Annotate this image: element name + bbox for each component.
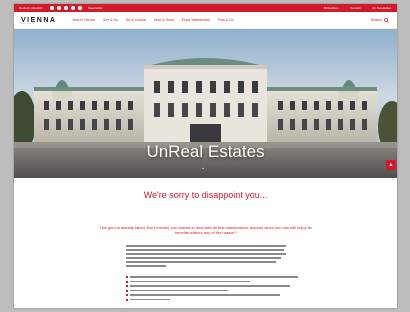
nav-item-now-in-vienna[interactable]: Now in Vienna: [72, 18, 95, 22]
youtube-icon[interactable]: [71, 6, 76, 10]
text-line: [126, 261, 276, 263]
nav-item-plan-go[interactable]: Plan & Go: [218, 18, 234, 22]
lead-text: This gem is already taken. But honestly,…: [99, 225, 312, 235]
list-item: [126, 289, 306, 292]
share-icon: ▲: [388, 162, 394, 168]
nav-menu: Now in Vienna See & Do Art & Culture Din…: [72, 18, 233, 22]
hero-title: UnReal Estates: [146, 142, 265, 161]
social-links: [50, 6, 83, 10]
text-line: [130, 289, 228, 292]
main-content: We're sorry to disappoint you... This ge…: [14, 178, 397, 308]
twitter-icon[interactable]: [64, 6, 69, 10]
bullet-icon: [126, 294, 128, 296]
text-line: [130, 298, 170, 301]
newsletter-link[interactable]: Newsletter: [88, 6, 102, 10]
main-navigation: VIENNA Now. Forever Now in Vienna See & …: [14, 12, 397, 29]
list-item: [126, 294, 306, 296]
bullet-icon: [126, 298, 128, 301]
search-icon: [384, 17, 389, 23]
top-bar: Deutsch | English Newsletter Mitmachen K…: [14, 4, 397, 12]
chevron-down-icon[interactable]: ⌄: [201, 165, 205, 171]
list-item: [126, 298, 306, 301]
benefits-list: [126, 276, 306, 303]
logo-tagline: Now. Forever: [21, 22, 36, 25]
nav-item-art-culture[interactable]: Art & Culture: [126, 18, 146, 22]
bullet-icon: [126, 285, 128, 287]
list-item: [126, 285, 306, 287]
language-switch[interactable]: Deutsch | English: [19, 6, 42, 10]
text-line: [130, 276, 298, 278]
page-heading: We're sorry to disappoint you...: [143, 190, 268, 200]
topbar-item-3[interactable]: Im Newsletter: [373, 6, 391, 10]
text-line: [126, 245, 286, 247]
share-button[interactable]: ▲: [386, 160, 396, 170]
topbar-item-1[interactable]: Mitmachen: [324, 6, 339, 10]
hero-banner: UnReal Estates ⌄ ▲: [14, 29, 397, 178]
bullet-icon: [126, 280, 128, 283]
text-line: [130, 294, 280, 296]
nav-item-dine-drink[interactable]: Dine & Drink: [154, 18, 174, 22]
nav-item-enjoy[interactable]: Enjoy Wienerwald: [182, 18, 210, 22]
browser-page: Deutsch | English Newsletter Mitmachen K…: [14, 4, 397, 308]
topbar-item-2[interactable]: Kontakt: [350, 6, 360, 10]
search-button[interactable]: Search: [370, 17, 389, 23]
bullet-icon: [126, 289, 128, 292]
search-label: Search: [370, 18, 382, 22]
pinterest-icon[interactable]: [78, 6, 83, 10]
instagram-icon[interactable]: [57, 6, 62, 10]
text-line: [130, 285, 290, 287]
facebook-icon[interactable]: [50, 6, 55, 10]
text-line: [126, 249, 284, 251]
nav-item-see-do[interactable]: See & Do: [103, 18, 118, 22]
body-text-block: [126, 245, 286, 270]
text-line: [130, 280, 250, 283]
text-line: [126, 257, 281, 259]
text-line: [126, 253, 286, 255]
text-line: [126, 265, 166, 267]
list-item: [126, 280, 306, 283]
bullet-icon: [126, 276, 128, 278]
list-item: [126, 276, 306, 278]
top-bar-right: Mitmachen Kontakt Im Newsletter: [324, 6, 391, 10]
